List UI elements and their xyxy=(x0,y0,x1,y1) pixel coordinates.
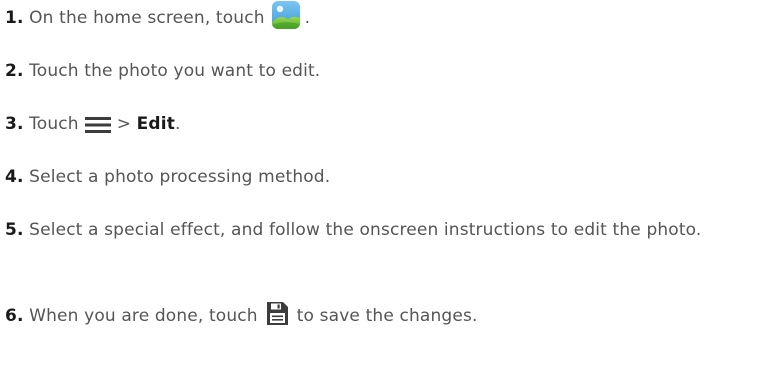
step-text: When you are done, touch xyxy=(29,306,258,326)
step-1: 1. On the home screen, touch . xyxy=(5,0,311,35)
step-6: 6. When you are done, touch to save the … xyxy=(5,300,478,333)
step-number: 4. xyxy=(5,167,24,187)
step-number: 2. xyxy=(5,61,24,81)
step-number: 3. xyxy=(5,114,24,134)
step-number: 5. xyxy=(5,220,24,240)
step-text-end: to save the changes. xyxy=(296,306,478,326)
step-text-end: . xyxy=(304,8,311,28)
step-2: 2. Touch the photo you want to edit. xyxy=(5,55,320,88)
step-5: 5. Select a special effect, and follow t… xyxy=(5,214,780,247)
edit-label: Edit xyxy=(136,114,176,134)
menu-icon xyxy=(84,113,111,133)
step-text: Touch the photo you want to edit. xyxy=(29,61,321,81)
step-4: 4. Select a photo processing method. xyxy=(5,161,330,194)
save-icon xyxy=(266,301,289,326)
step-number: 6. xyxy=(5,306,24,326)
step-3: 3. Touch > Edit. xyxy=(5,108,181,141)
step-text-end: . xyxy=(175,114,181,134)
step-text: Touch xyxy=(29,114,79,134)
step-text: On the home screen, touch xyxy=(29,8,265,28)
menu-separator: > xyxy=(116,114,132,134)
step-text: Select a special effect, and follow the … xyxy=(29,220,702,240)
gallery-icon xyxy=(271,0,301,30)
step-number: 1. xyxy=(5,8,24,28)
step-text: Select a photo processing method. xyxy=(29,167,331,187)
